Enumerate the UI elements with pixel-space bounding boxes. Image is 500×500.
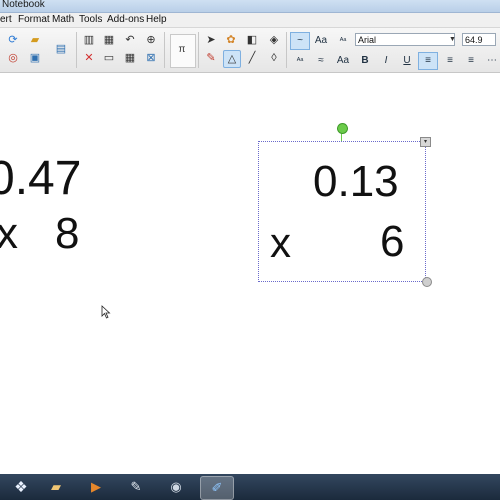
text-style-alt[interactable]: ᴬᵃ [290, 52, 310, 70]
pen-tablet-icon[interactable]: ✎ [120, 476, 152, 498]
save-icon[interactable]: ▣ [27, 50, 43, 66]
shape-icon[interactable]: △ [223, 50, 241, 68]
table-icon[interactable]: ▦ [122, 50, 138, 66]
open-folder-icon[interactable]: ▰ [27, 32, 43, 48]
left-multiplier[interactable]: 8 [55, 212, 79, 256]
display-icon[interactable]: ▭ [101, 50, 117, 66]
menu-math[interactable]: Math [52, 14, 74, 25]
right-multiplier[interactable]: 6 [380, 220, 404, 264]
menu-addons[interactable]: Add-ons [107, 14, 144, 25]
underline-button[interactable]: U [397, 52, 417, 70]
paste-icon[interactable]: ▥ [81, 32, 97, 48]
font-name-select[interactable]: Arial [355, 33, 455, 46]
chevron-down-icon[interactable]: ▼ [449, 33, 457, 46]
window-title: Notebook [2, 0, 45, 10]
select-arrow-icon[interactable]: ➤ [203, 32, 219, 48]
resize-handle[interactable] [422, 277, 432, 287]
font-size-select[interactable]: 64.9 [462, 33, 496, 46]
menu-format[interactable]: Format [18, 14, 50, 25]
math-tools-icon[interactable]: π [174, 42, 190, 58]
bold-button[interactable]: B [355, 52, 375, 70]
media-player-icon[interactable]: ▶ [80, 476, 112, 498]
taskbar: ❖ ▰ ▶ ✎ ◉ ✐ [0, 474, 500, 500]
rotate-handle[interactable] [337, 123, 348, 134]
right-operator[interactable]: x [270, 222, 291, 264]
creative-pen-icon[interactable]: ✿ [223, 32, 239, 48]
start-button-icon[interactable]: ❖ [5, 476, 37, 498]
align-left-icon[interactable]: ≡ [418, 52, 438, 70]
title-bar: Notebook [0, 0, 500, 13]
align-center-icon[interactable]: ≡ [440, 52, 460, 70]
fill-icon[interactable]: ◈ [266, 32, 282, 48]
text-style-small[interactable]: ᴬᵃ [333, 32, 353, 50]
delete-icon[interactable]: ✕ [81, 50, 97, 66]
capture-icon[interactable]: ◎ [5, 50, 21, 66]
eraser-icon[interactable]: ◧ [244, 32, 260, 48]
notebook-app-icon[interactable]: ✐ [200, 476, 234, 500]
undo-icon[interactable]: ↶ [122, 32, 138, 48]
align-right-icon[interactable]: ≡ [461, 52, 481, 70]
text-style-aa[interactable]: Aa [311, 32, 331, 50]
menu-insert[interactable]: ert [0, 14, 12, 25]
camera-icon[interactable]: ◉ [160, 476, 192, 498]
menu-help[interactable]: Help [146, 14, 167, 25]
mouse-cursor-icon [101, 305, 111, 319]
left-operator[interactable]: x [0, 212, 18, 256]
redo-icon[interactable]: ⟳ [5, 32, 21, 48]
pens-icon[interactable]: ✎ [203, 50, 219, 66]
magic-pen-icon[interactable]: ◊ [266, 50, 282, 66]
fullscreen-icon[interactable]: ⊠ [143, 50, 159, 66]
left-number[interactable]: 0.47 [0, 155, 81, 203]
text-style-aa2[interactable]: Aa [333, 52, 353, 70]
text-style-icon[interactable]: ~ [290, 32, 310, 50]
object-menu-icon[interactable]: ▾ [420, 137, 431, 147]
zoom-icon[interactable]: ⊕ [143, 32, 159, 48]
right-number[interactable]: 0.13 [313, 160, 399, 204]
italic-button[interactable]: I [376, 52, 396, 70]
file-explorer-icon[interactable]: ▰ [40, 476, 72, 498]
line-icon[interactable]: ╱ [244, 50, 260, 66]
rotate-connector [341, 133, 342, 141]
menu-bar: ert Format Math Tools Add-ons Help [0, 13, 500, 28]
screen-shade-icon[interactable]: ▤ [53, 41, 69, 57]
menu-tools[interactable]: Tools [79, 14, 102, 25]
wave-icon[interactable]: ≈ [311, 52, 331, 70]
capture-screen-icon[interactable]: ▦ [101, 32, 117, 48]
font-more-icon[interactable]: ⋯ [482, 52, 500, 70]
